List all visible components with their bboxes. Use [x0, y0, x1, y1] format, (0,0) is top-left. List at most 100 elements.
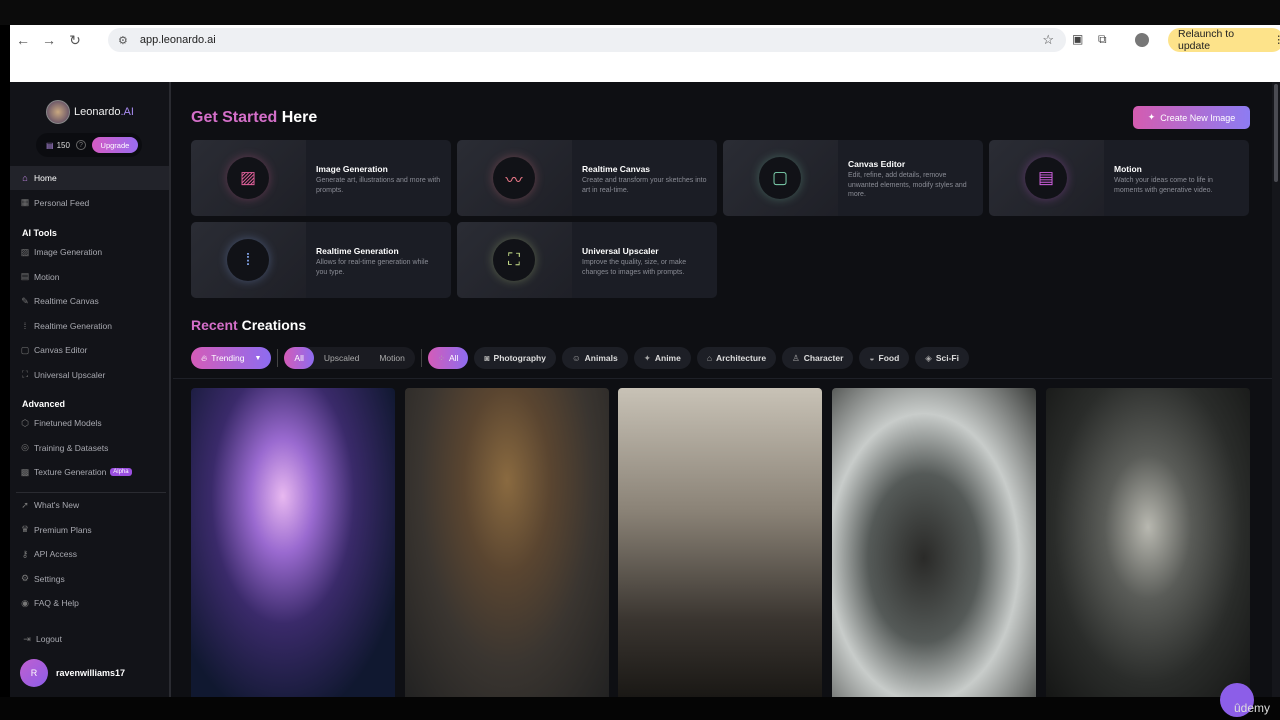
forward-icon[interactable]: → — [36, 32, 62, 48]
category-architecture[interactable]: ⌂ Architecture — [696, 347, 777, 369]
user-avatar: R — [20, 659, 48, 687]
heading-accent: Recent — [191, 317, 238, 333]
sidebar-item-faq-help[interactable]: ◉ FAQ & Help — [10, 591, 169, 615]
sidebar-item-label: Home — [34, 173, 57, 183]
creation-image[interactable] — [1046, 388, 1250, 697]
category-sci-fi[interactable]: ◈ Sci-Fi — [915, 347, 969, 369]
profile-avatar[interactable] — [1135, 33, 1149, 47]
type-filter-upscaled[interactable]: Upscaled — [314, 353, 369, 363]
sort-dropdown[interactable]: 🔥︎ Trending ▼ — [191, 347, 272, 369]
credits-widget: ▤ 150 ? Upgrade — [36, 133, 142, 157]
heading-rest: Here — [277, 109, 318, 126]
category-animals[interactable]: ☺ Animals — [561, 347, 628, 369]
sidebar-item-label: Settings — [34, 573, 65, 584]
category-photography[interactable]: ◙ Photography — [474, 347, 556, 369]
screen-top-bar — [0, 0, 1280, 25]
home-icon: ⌂ — [22, 173, 28, 183]
tool-card-universal-upscaler[interactable]: ⛶ Universal Upscaler Improve the quality, … — [457, 222, 717, 298]
grid-icon: ▦ — [20, 197, 30, 207]
category-food[interactable]: ◒ Food — [859, 347, 910, 369]
extensions-icon[interactable]: ⧉ — [1098, 32, 1107, 47]
reload-icon[interactable]: ↻ — [62, 32, 88, 49]
category-character[interactable]: ♙ Character — [782, 347, 854, 369]
sidebar-item-premium-plans[interactable]: ♛ Premium Plans — [10, 518, 169, 542]
sidebar-item-api-access[interactable]: ⚷ API Access — [10, 542, 169, 566]
sort-label: Trending — [211, 353, 245, 363]
sidebar-item-label: FAQ & Help — [34, 598, 79, 608]
tool-card-image-generation[interactable]: ▨ Image Generation Generate art, illustrat… — [191, 140, 451, 216]
logout-icon: ⇥ — [23, 633, 31, 644]
database-icon: ◎ — [21, 442, 29, 452]
category-label: Food — [878, 353, 900, 363]
sidebar-item-settings[interactable]: ⚙ Settings — [10, 567, 169, 591]
filter-bar: 🔥︎ Trending ▼ All Upscaled Motion ⁘ All ◙ Photo… — [191, 346, 969, 370]
help-icon[interactable]: ? — [75, 140, 86, 150]
alpha-badge: Alpha — [110, 468, 132, 476]
site-info-icon[interactable]: ⚙ — [118, 34, 128, 47]
user-profile[interactable]: Rravenwilliams17 — [20, 659, 125, 687]
creation-image[interactable] — [191, 388, 395, 697]
sidebar-item-label: Universal Upscaler — [34, 369, 106, 380]
film-icon: ▤ — [20, 271, 30, 281]
creation-image[interactable] — [405, 388, 609, 697]
card-title: Motion — [1114, 164, 1142, 174]
tool-card-motion[interactable]: ▤ Motion Watch your ideas come to life in … — [989, 140, 1249, 216]
sidebar-item-training-datasets[interactable]: ◎ Training & Datasets — [10, 436, 169, 460]
sidebar-item-canvas-editor[interactable]: ▢ Canvas Editor — [10, 338, 169, 362]
sparkle-icon: ✦ — [1147, 112, 1156, 122]
sidebar-item-realtime-generation[interactable]: ⁞ Realtime Generation — [10, 314, 169, 338]
upgrade-button[interactable]: Upgrade — [91, 137, 138, 153]
category-label: Sci-Fi — [935, 353, 959, 363]
sidebar-item-realtime-canvas[interactable]: ✎ Realtime Canvas — [10, 289, 169, 313]
back-icon[interactable]: ← — [10, 32, 36, 48]
section-divider — [173, 378, 1273, 379]
relaunch-button[interactable]: Relaunch to update ⋮ — [1168, 28, 1280, 52]
ai-tools-heading: AI Tools — [22, 228, 57, 238]
help-icon: ◉ — [21, 597, 29, 608]
tool-card-realtime-canvas[interactable]: 〰 Realtime Canvas Create and transform you… — [457, 140, 717, 216]
sidebar-item-finetuned-models[interactable]: ⬡ Finetuned Models — [10, 411, 169, 435]
creation-image[interactable] — [618, 388, 822, 697]
browser-toolbar: ← → ↻ ⚙ app.leonardo.ai ☆ ▣ ⧉ Relaunch t… — [10, 25, 1280, 55]
brush-icon: ✎ — [21, 295, 29, 306]
sidebar-item-universal-upscaler[interactable]: ⛶ Universal Upscaler — [10, 363, 169, 387]
character-icon: ♙ — [792, 352, 800, 363]
upscale-icon: ⛶ — [493, 239, 535, 281]
sidebar-item-label: Image Generation — [34, 247, 103, 257]
sidebar-item-label: Realtime Generation — [34, 320, 112, 331]
logout-button[interactable]: ⇥ Logout — [10, 627, 169, 651]
category-all[interactable]: ⁘ All — [427, 347, 469, 369]
sidebar-item-label: Personal Feed — [34, 197, 90, 208]
sidebar-item-label: Training & Datasets — [34, 442, 109, 453]
frame-icon: ▢ — [759, 157, 801, 199]
type-filter-motion[interactable]: Motion — [369, 353, 415, 363]
film-icon: ▤ — [1025, 157, 1067, 199]
relaunch-label: Relaunch to update — [1178, 28, 1235, 52]
category-anime[interactable]: ✦ Anime — [633, 347, 691, 369]
creation-image[interactable] — [832, 388, 1036, 697]
sidebar-item-personal-feed[interactable]: ▦ Personal Feed — [10, 191, 169, 215]
scrollbar[interactable] — [1272, 82, 1280, 697]
sidebar-item-what-s-new[interactable]: ➚ What's New — [10, 493, 169, 517]
create-new-image-button[interactable]: ✦ Create New Image — [1133, 106, 1250, 129]
category-label: Architecture — [715, 353, 767, 363]
sidebar-item-image-generation[interactable]: ▨ Image Generation — [10, 240, 169, 264]
tool-card-canvas-editor[interactable]: ▢ Canvas Editor Edit, refine, add details,… — [723, 140, 983, 216]
more-icon[interactable]: ⋮ — [1274, 34, 1280, 46]
logo[interactable]: Leonardo .AI — [46, 100, 134, 124]
sidebar-item-texture-generation[interactable]: ▩ Texture Generation Alpha — [10, 460, 169, 484]
card-title: Realtime Canvas — [582, 164, 651, 174]
bookmark-star-icon[interactable]: ☆ — [1042, 32, 1054, 48]
tab-search-icon[interactable]: ▣ — [1072, 32, 1083, 46]
anime-icon: ✦ — [643, 352, 651, 363]
sidebar-item-label: Finetuned Models — [34, 418, 102, 428]
address-bar[interactable]: ⚙ app.leonardo.ai ☆ — [108, 28, 1066, 52]
sidebar-item-home[interactable]: ⌂ Home — [10, 166, 169, 190]
username: ravenwilliams17 — [56, 668, 126, 678]
sidebar-item-motion[interactable]: ▤ Motion — [10, 265, 169, 289]
scrollbar-thumb[interactable] — [1274, 84, 1278, 182]
type-filter-all[interactable]: All — [284, 347, 314, 369]
tool-card-realtime-generation[interactable]: ⁞ Realtime Generation Allows for real-time… — [191, 222, 451, 298]
category-label: All — [448, 353, 459, 363]
image-icon: ▨ — [20, 246, 30, 257]
